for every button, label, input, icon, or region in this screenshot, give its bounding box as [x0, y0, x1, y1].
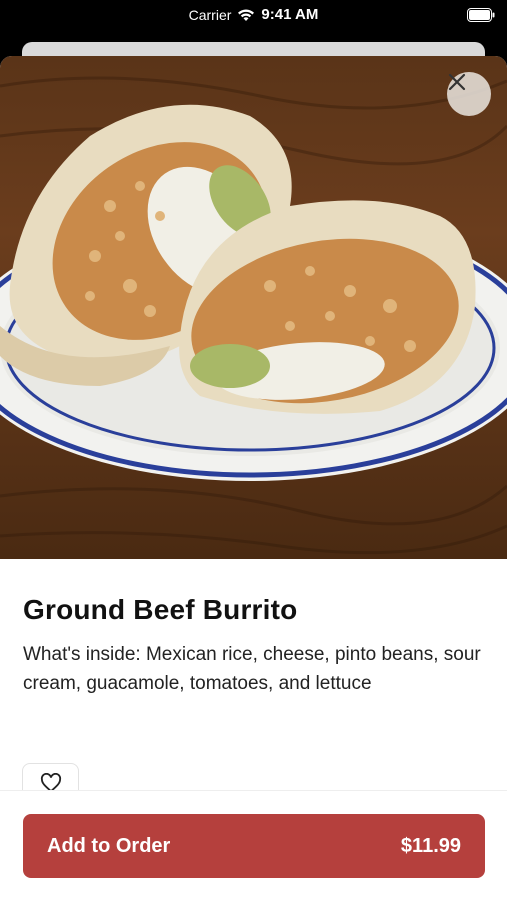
item-title: Ground Beef Burrito: [23, 594, 298, 625]
add-to-order-label: Add to Order: [47, 834, 171, 857]
wifi-icon: [238, 9, 255, 21]
item-detail-sheet: Ground Beef Burrito What's inside: Mexic…: [0, 56, 507, 900]
burrito-illustration: [0, 76, 507, 555]
item-price: $11.99: [400, 834, 461, 857]
close-button[interactable]: [447, 72, 491, 116]
item-description: What's inside: Mexican rice, cheese, pin…: [23, 644, 481, 694]
status-bar: Carrier 9:41 AM: [0, 0, 507, 32]
bottom-action-bar: Add to Order $11.99: [0, 790, 507, 900]
burrito-photo: [0, 56, 507, 559]
carrier-label: Carrier: [188, 6, 232, 23]
add-to-order-button[interactable]: Add to Order $11.99: [23, 814, 485, 878]
battery-icon: [467, 8, 495, 22]
status-time: 9:41 AM: [261, 6, 319, 23]
close-icon: [448, 73, 466, 91]
item-info: Ground Beef Burrito What's inside: Mexic…: [23, 594, 483, 698]
